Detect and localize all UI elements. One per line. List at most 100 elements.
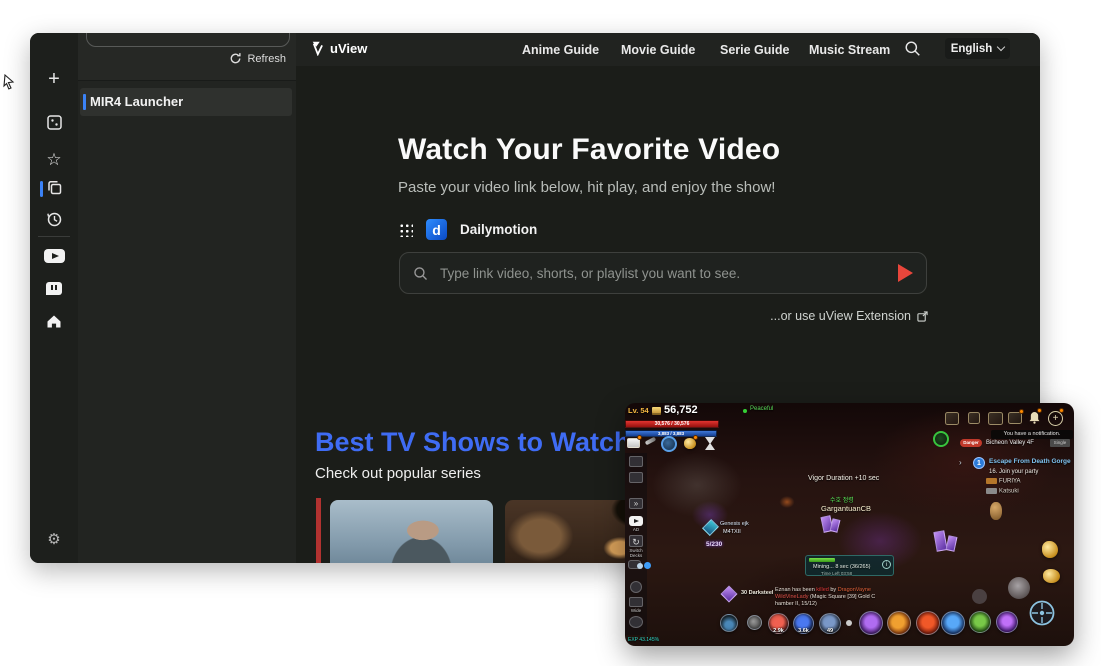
shows-section-title: Best TV Shows to Watch I [315, 427, 646, 458]
ad-label: AD [625, 527, 647, 532]
capture-bug-icon[interactable] [933, 431, 949, 447]
auto-hunt-reticle[interactable] [1028, 599, 1056, 632]
refresh-icon [229, 52, 242, 65]
nav-search-button[interactable] [904, 40, 921, 62]
gear-icon: ⚙ [47, 531, 60, 548]
npc-creature [990, 502, 1002, 520]
provider-row: d Dailymotion [398, 219, 537, 240]
nav-music-stream[interactable]: Music Stream [809, 43, 890, 57]
apps-grid-icon[interactable] [398, 222, 413, 237]
single-toggle[interactable]: Single [1050, 439, 1070, 447]
swirl-icon[interactable] [629, 616, 643, 628]
dice-icon[interactable] [968, 412, 980, 424]
site-logo[interactable]: uView [310, 40, 367, 56]
tabs-icon [46, 114, 63, 131]
new-tab-button[interactable]: + [30, 68, 78, 91]
extension-link[interactable]: ...or use uView Extension [770, 309, 928, 323]
paw-attack-icon[interactable] [1008, 577, 1030, 599]
quest-collapse-arrow[interactable]: › [959, 458, 962, 467]
globe-event-icon[interactable] [661, 436, 677, 452]
video-link-input[interactable] [438, 265, 888, 282]
item-slot[interactable]: 49 [819, 613, 841, 634]
workspaces-button[interactable] [30, 179, 78, 197]
hourglass-icon[interactable] [705, 437, 715, 450]
exp-readout: EXP 43.145% [628, 637, 659, 643]
guild-chip-icon [986, 478, 997, 484]
player-level: Lv. 54 [628, 406, 649, 415]
scene-crystal [946, 535, 958, 552]
party-add-icon[interactable] [629, 456, 643, 467]
codex-book-icon[interactable] [988, 412, 1003, 425]
language-selector[interactable]: English [945, 38, 1010, 59]
info-icon[interactable]: i [882, 560, 891, 569]
skill-ring[interactable] [996, 611, 1018, 633]
home-button[interactable] [30, 313, 78, 331]
favorites-button[interactable]: ☆ [30, 150, 78, 170]
dagger-icon[interactable] [747, 615, 762, 630]
feather-icon[interactable] [645, 437, 657, 446]
uview-logo-icon [310, 40, 326, 56]
language-label: English [951, 43, 993, 55]
shop-cart-icon[interactable] [945, 412, 959, 425]
party-member-1: FURIYA [986, 478, 1021, 485]
quest-title[interactable]: Escape From Death Gorge [989, 458, 1071, 465]
nav-serie-guide[interactable]: Serie Guide [720, 43, 789, 57]
switch-decks-icon[interactable]: ↻ [629, 535, 643, 547]
brand-label: uView [330, 41, 367, 56]
launcher-panel: Refresh MIR4 Launcher [78, 33, 296, 563]
mining-time-left: Time Left 03:58 [821, 571, 852, 576]
skill-claw[interactable] [859, 611, 883, 635]
show-thumbnail-1[interactable] [330, 500, 493, 563]
collapse-chevrons-icon[interactable]: » [629, 498, 643, 509]
skill-frostburst[interactable] [941, 611, 965, 635]
gold-paw-icon[interactable] [1043, 569, 1060, 583]
character-icon[interactable] [630, 581, 642, 593]
selected-indicator [83, 94, 86, 110]
hp-potion[interactable]: 2.9k [768, 613, 789, 634]
chat-log: Eznan has been killed by DragonVayne Wil… [775, 587, 883, 608]
darksteel-crystal [830, 518, 841, 533]
tab-overview-button[interactable] [30, 114, 78, 132]
launcher-list: MIR4 Launcher [78, 81, 296, 563]
skill-blade[interactable] [969, 611, 991, 633]
mail-badge [637, 435, 642, 440]
refresh-label: Refresh [247, 53, 286, 65]
expand-plus-icon[interactable]: + [1048, 411, 1063, 426]
list-item-label: MIR4 Launcher [90, 94, 183, 109]
youtube-shortcut[interactable] [30, 249, 78, 268]
twitch-icon [46, 282, 62, 295]
skill-fireball[interactable] [916, 611, 940, 635]
dailymotion-logo[interactable]: d [426, 219, 447, 240]
mp-potion[interactable]: 3.6k [793, 613, 814, 634]
lock-target-icon[interactable] [972, 589, 987, 604]
skill-harvest[interactable] [887, 611, 911, 635]
panel-search-box[interactable] [86, 33, 290, 47]
list-item-mir4-launcher[interactable]: MIR4 Launcher [80, 88, 292, 116]
mp-potion-count: 3.6k [794, 628, 813, 634]
refresh-button[interactable]: Refresh [229, 52, 286, 65]
extension-link-label: ...or use uView Extension [770, 309, 911, 323]
twitch-shortcut[interactable] [30, 282, 78, 300]
nav-anime-guide[interactable]: Anime Guide [522, 43, 599, 57]
rail-divider [38, 236, 70, 237]
wide-view-icon[interactable] [629, 597, 643, 607]
nav-movie-guide[interactable]: Movie Guide [621, 43, 695, 57]
chevron-down-icon [997, 43, 1005, 51]
play-button[interactable] [898, 264, 913, 282]
mouse-cursor [3, 74, 16, 95]
settings-button[interactable]: ⚙ [30, 530, 78, 548]
item-count: 49 [820, 628, 840, 634]
notification-bell-icon[interactable] [1029, 411, 1040, 429]
bag-icon[interactable] [629, 472, 643, 483]
video-ad-icon[interactable] [629, 516, 643, 526]
currency-icon [652, 407, 661, 415]
hp-bar: 30,576 / 30,576 [625, 420, 719, 428]
mining-progress-bar [809, 558, 835, 562]
currency-amount: 56,752 [664, 404, 698, 416]
gold-paw-icon[interactable] [1042, 541, 1058, 558]
site-navbar: uView Anime Guide Movie Guide Serie Guid… [296, 33, 1040, 66]
mining-mode-icon[interactable] [720, 614, 738, 632]
mir4-game-window[interactable]: Lv. 54 56,752 Peaceful 30,576 / 30,576 3… [625, 403, 1074, 646]
history-button[interactable] [30, 211, 78, 229]
video-link-searchbox [399, 252, 927, 294]
